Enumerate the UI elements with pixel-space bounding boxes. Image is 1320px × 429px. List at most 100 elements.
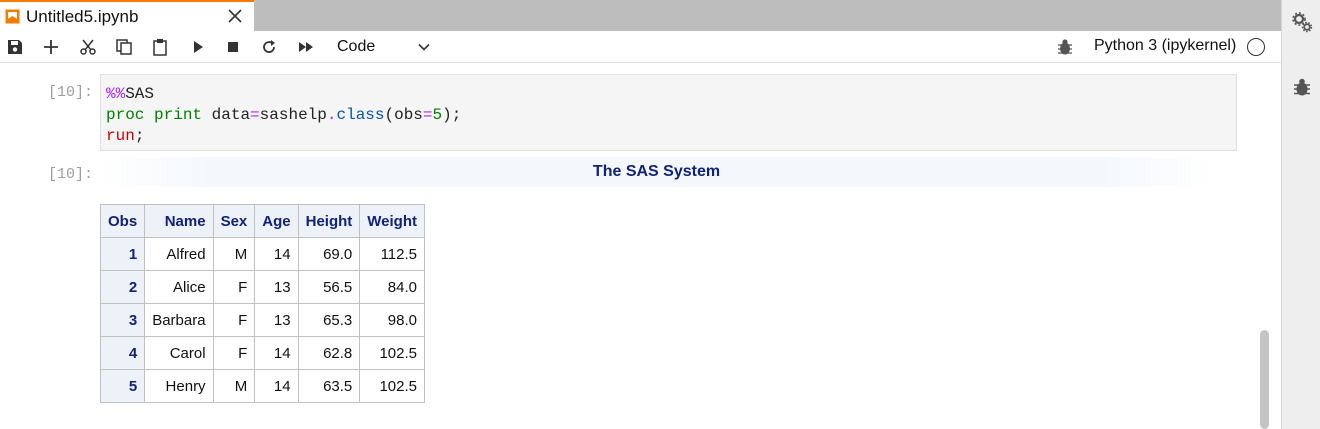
cell-type-dropdown[interactable]: Code: [330, 34, 435, 60]
table-cell: 56.5: [297, 270, 361, 304]
code-token: =: [250, 106, 260, 124]
restart-run-all-button[interactable]: [295, 36, 317, 58]
table-cell: 84.0: [359, 270, 425, 304]
code-token: run: [106, 127, 135, 145]
code-line: proc print data=sashelp.class(obs=5);: [106, 105, 461, 126]
table-header-row: Obs Name Sex Age Height Weight: [99, 204, 425, 238]
code-token: proc: [106, 106, 145, 124]
notebook-icon: [5, 9, 20, 24]
sas-output-title: The SAS System: [592, 163, 721, 180]
table-cell: 69.0: [297, 237, 361, 271]
table-cell: 13: [254, 270, 299, 304]
tab-notebook[interactable]: Untitled5.ipynb: [0, 0, 254, 31]
save-icon: [8, 40, 22, 54]
close-icon[interactable]: [226, 5, 244, 27]
property-inspector-icon[interactable]: [1291, 11, 1313, 33]
table-cell: F: [212, 270, 256, 304]
table-cell: 13: [254, 303, 299, 337]
code-token: sashelp: [259, 106, 327, 124]
stop-button[interactable]: [222, 36, 244, 58]
jupyterlab-window: Untitled5.ipynb Code Python 3 (ipykernel…: [0, 0, 1320, 429]
code-token: data: [202, 106, 251, 124]
column-header: Height: [297, 204, 361, 238]
output-prompt: [10]:: [47, 166, 93, 183]
add-cell-icon: [44, 40, 58, 54]
kernel-status-indicator: [1247, 38, 1265, 56]
column-header: Name: [144, 204, 214, 238]
code-line: %%SAS: [106, 84, 461, 105]
table-cell: 14: [254, 237, 299, 271]
table-cell: Henry: [144, 369, 214, 403]
restart-button[interactable]: [258, 36, 280, 58]
paste-button[interactable]: [149, 36, 171, 58]
table-row: 4 Carol F 14 62.8 102.5: [99, 336, 425, 370]
column-header: Obs: [99, 204, 146, 238]
scrollbar-thumb[interactable]: [1260, 330, 1269, 429]
table-cell: 65.3: [297, 303, 361, 337]
code-line: run;: [106, 126, 461, 147]
code-token: (obs: [384, 106, 423, 124]
code-token: %%: [106, 85, 126, 103]
obs-cell: 2: [99, 270, 146, 304]
code-token: );: [442, 106, 462, 124]
table-row: 1 Alfred M 14 69.0 112.5: [99, 237, 425, 271]
right-sidebar: [1281, 0, 1320, 429]
table-cell: F: [212, 303, 256, 337]
code-token: 5: [432, 106, 443, 124]
add-cell-button[interactable]: [40, 36, 62, 58]
code-token: SAS: [125, 85, 155, 103]
input-prompt: [10]:: [47, 84, 93, 101]
cell-type-label: Code: [337, 38, 376, 55]
code-cell-editor[interactable]: %%SAS proc print data=sashelp.class(obs=5…: [100, 74, 1237, 151]
table-row: 3 Barbara F 13 65.3 98.0: [99, 303, 425, 337]
run-button[interactable]: [187, 36, 209, 58]
kernel-name[interactable]: Python 3 (ipykernel): [1094, 37, 1236, 55]
table-cell: Alfred: [144, 237, 214, 271]
obs-cell: 5: [99, 369, 146, 403]
table-cell: F: [212, 336, 256, 370]
column-header: Weight: [359, 204, 425, 238]
column-header: Sex: [212, 204, 256, 238]
obs-cell: 3: [99, 303, 146, 337]
restart-icon: [263, 40, 275, 53]
code-token: ;: [134, 127, 145, 145]
tab-bar: Untitled5.ipynb: [0, 0, 1281, 31]
chevron-down-icon: [418, 43, 430, 51]
cut-button[interactable]: [77, 36, 99, 58]
table-cell: M: [212, 237, 256, 271]
sas-output-table: Obs Name Sex Age Height Weight 1 Alfred M 14 69.0…: [99, 204, 425, 403]
table-cell: 14: [254, 369, 299, 403]
table-cell: Barbara: [144, 303, 214, 337]
column-header: Age: [254, 204, 299, 238]
save-button[interactable]: [4, 36, 26, 58]
copy-button[interactable]: [113, 36, 135, 58]
run-icon: [194, 41, 203, 53]
tab-title: Untitled5.ipynb: [26, 6, 139, 26]
table-cell: 102.5: [359, 369, 425, 403]
code-token: class: [336, 106, 385, 124]
debugger-icon[interactable]: [1291, 76, 1313, 98]
cut-icon: [80, 39, 96, 55]
stop-icon: [228, 42, 238, 52]
debugger-icon[interactable]: [1055, 37, 1075, 57]
table-cell: 63.5: [297, 369, 361, 403]
paste-icon: [153, 39, 167, 56]
code-token: print: [154, 106, 203, 124]
code-token: =: [422, 106, 433, 124]
obs-cell: 1: [99, 237, 146, 271]
table-cell: 14: [254, 336, 299, 370]
table-row: 5 Henry M 14 63.5 102.5: [99, 369, 425, 403]
table-cell: 62.8: [297, 336, 361, 370]
notebook-toolbar: Code: [0, 31, 1281, 63]
table-cell: 102.5: [359, 336, 425, 370]
table-cell: Alice: [144, 270, 214, 304]
code-text: %%SAS proc print data=sashelp.class(obs=5…: [106, 84, 461, 147]
table-cell: 112.5: [359, 237, 425, 271]
copy-icon: [116, 39, 132, 55]
table-cell: 98.0: [359, 303, 425, 337]
table-cell: M: [212, 369, 256, 403]
obs-cell: 4: [99, 336, 146, 370]
fast-forward-icon: [299, 42, 313, 52]
table-row: 2 Alice F 13 56.5 84.0: [99, 270, 425, 304]
